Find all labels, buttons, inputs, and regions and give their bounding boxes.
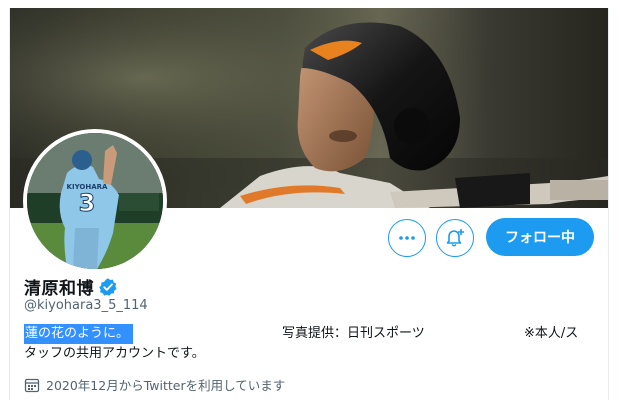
bio-photo-credit: 写真提供：日刊スポーツ [282, 326, 425, 341]
profile-bio: 蓮の花のように。 写真提供：日刊スポーツ ※本人/ス タッフの共用アカウントです… [24, 324, 604, 364]
avatar-jersey-number: 3 [79, 189, 96, 217]
avatar-photo: 3 KIYOHARA [27, 133, 163, 269]
following-button[interactable]: フォロー中 [486, 218, 594, 256]
more-button[interactable] [388, 219, 426, 257]
bio-selected-text: 蓮の花のように。 [24, 324, 134, 344]
joined-text: 2020年12月からTwitterを利用しています [46, 378, 286, 393]
joined-date: 2020年12月からTwitterを利用しています [24, 375, 285, 394]
display-name: 清原和博 [24, 279, 94, 299]
calendar-icon [24, 378, 40, 392]
notification-bell-icon [446, 229, 464, 247]
bio-note: ※本人/ス [524, 326, 579, 341]
profile-name-row: 清原和博 [24, 274, 118, 299]
more-icon [399, 236, 415, 240]
bio-line-2: タッフの共用アカウントです。 [24, 346, 205, 361]
avatar-jersey-name: KIYOHARA [67, 183, 108, 191]
profile-handle: @kiyohara3_5_114 [24, 298, 148, 313]
profile-avatar[interactable]: 3 KIYOHARA [23, 129, 167, 273]
notification-button[interactable] [436, 219, 474, 257]
profile-page: 3 KIYOHARA フォロー中 清原和博 @kiyohara3_5_114 蓮… [9, 8, 609, 400]
verified-badge-icon [99, 277, 117, 296]
